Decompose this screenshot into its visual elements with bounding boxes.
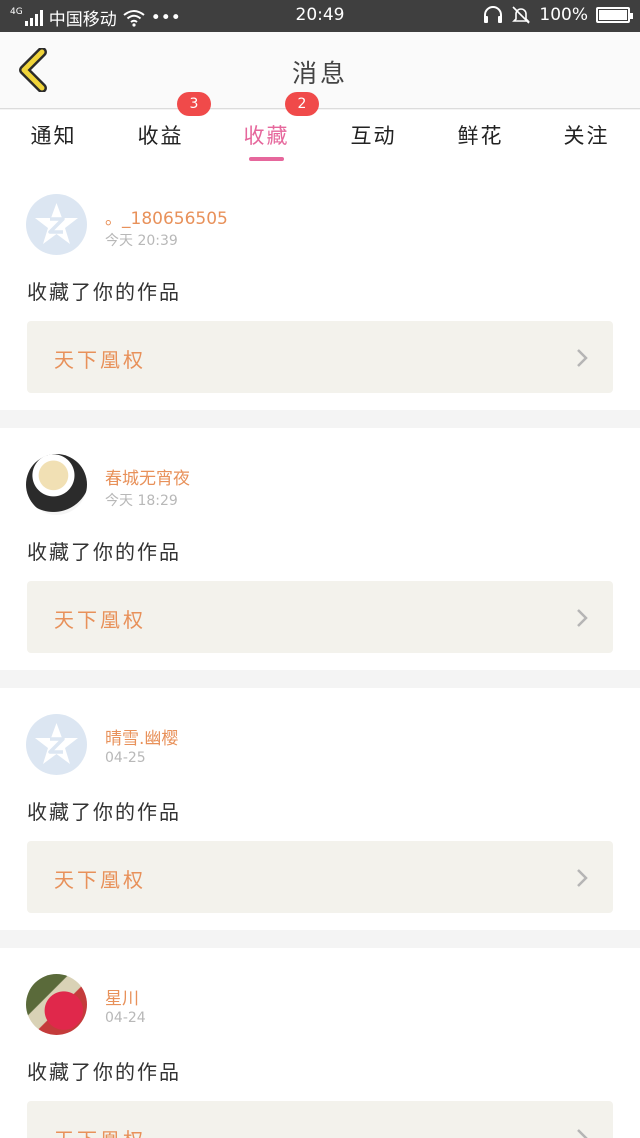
app-header: 消息: [0, 32, 640, 109]
tab-label: 鲜花: [457, 124, 504, 148]
earnings-badge: 3: [177, 92, 211, 116]
username[interactable]: 星川: [105, 984, 139, 1009]
tab-notice[interactable]: 通知: [0, 120, 107, 166]
tab-interaction[interactable]: 互动: [320, 120, 427, 166]
chevron-right-icon: [577, 609, 588, 627]
chevron-right-icon: [577, 1129, 588, 1138]
list-item: 春城无宵夜 今天 18:29 收藏了你的作品 天下凰权: [0, 428, 640, 670]
action-text: 收藏了你的作品: [27, 280, 181, 304]
headset-icon: [484, 6, 503, 23]
username[interactable]: 。_180656505: [105, 204, 228, 229]
status-bar: 4G 中国移动 ••• 20:49 100%: [0, 0, 640, 32]
list-item: 。_180656505 今天 20:39 收藏了你的作品 天下凰权: [0, 168, 640, 410]
tab-label: 关注: [563, 124, 610, 148]
list-item: 晴雪.幽樱 04-25 收藏了你的作品 天下凰权: [0, 688, 640, 930]
timestamp: 04-24: [105, 1010, 146, 1026]
chevron-right-icon: [577, 349, 588, 367]
favorites-badge: 2: [285, 92, 319, 116]
photo-avatar[interactable]: [26, 974, 87, 1035]
work-link[interactable]: 天下凰权: [27, 841, 613, 913]
default-avatar[interactable]: [26, 194, 87, 255]
timestamp: 04-25: [105, 750, 146, 766]
page-title: 消息: [291, 59, 348, 88]
work-link[interactable]: 天下凰权: [27, 321, 613, 393]
action-text: 收藏了你的作品: [27, 1060, 181, 1084]
battery-percent: 100%: [539, 5, 588, 25]
tab-favorites[interactable]: 收藏: [213, 120, 320, 166]
username[interactable]: 晴雪.幽樱: [105, 724, 178, 749]
battery-icon: [596, 7, 633, 23]
qq-star-icon: [35, 723, 78, 764]
tab-label: 收益: [137, 124, 184, 148]
work-title: 天下凰权: [54, 1124, 146, 1138]
tab-label: 互动: [350, 124, 397, 148]
tab-earnings[interactable]: 收益: [107, 120, 214, 166]
list-item: 星川 04-24 收藏了你的作品 天下凰权: [0, 948, 640, 1138]
action-text: 收藏了你的作品: [27, 540, 181, 564]
tab-bar: 通知 收益 收藏 互动 鲜花 关注: [0, 110, 640, 168]
chevron-right-icon: [577, 869, 588, 887]
qq-star-icon: [35, 203, 78, 244]
photo-avatar[interactable]: [26, 454, 87, 515]
tab-flowers[interactable]: 鲜花: [427, 120, 534, 166]
timestamp: 今天 20:39: [105, 233, 178, 249]
status-right: 100%: [483, 5, 633, 25]
work-link[interactable]: 天下凰权: [27, 1101, 613, 1138]
work-title: 天下凰权: [54, 868, 146, 892]
work-title: 天下凰权: [54, 608, 146, 632]
work-link[interactable]: 天下凰权: [27, 581, 613, 653]
username[interactable]: 春城无宵夜: [105, 464, 190, 489]
tab-label: 通知: [30, 124, 77, 148]
work-title: 天下凰权: [54, 348, 146, 372]
timestamp: 今天 18:29: [105, 493, 178, 509]
mute-bell-icon: [512, 6, 531, 24]
tab-follow[interactable]: 关注: [533, 120, 640, 166]
tab-label: 收藏: [243, 124, 290, 148]
default-avatar[interactable]: [26, 714, 87, 775]
action-text: 收藏了你的作品: [27, 800, 181, 824]
active-tab-indicator: [249, 157, 284, 161]
